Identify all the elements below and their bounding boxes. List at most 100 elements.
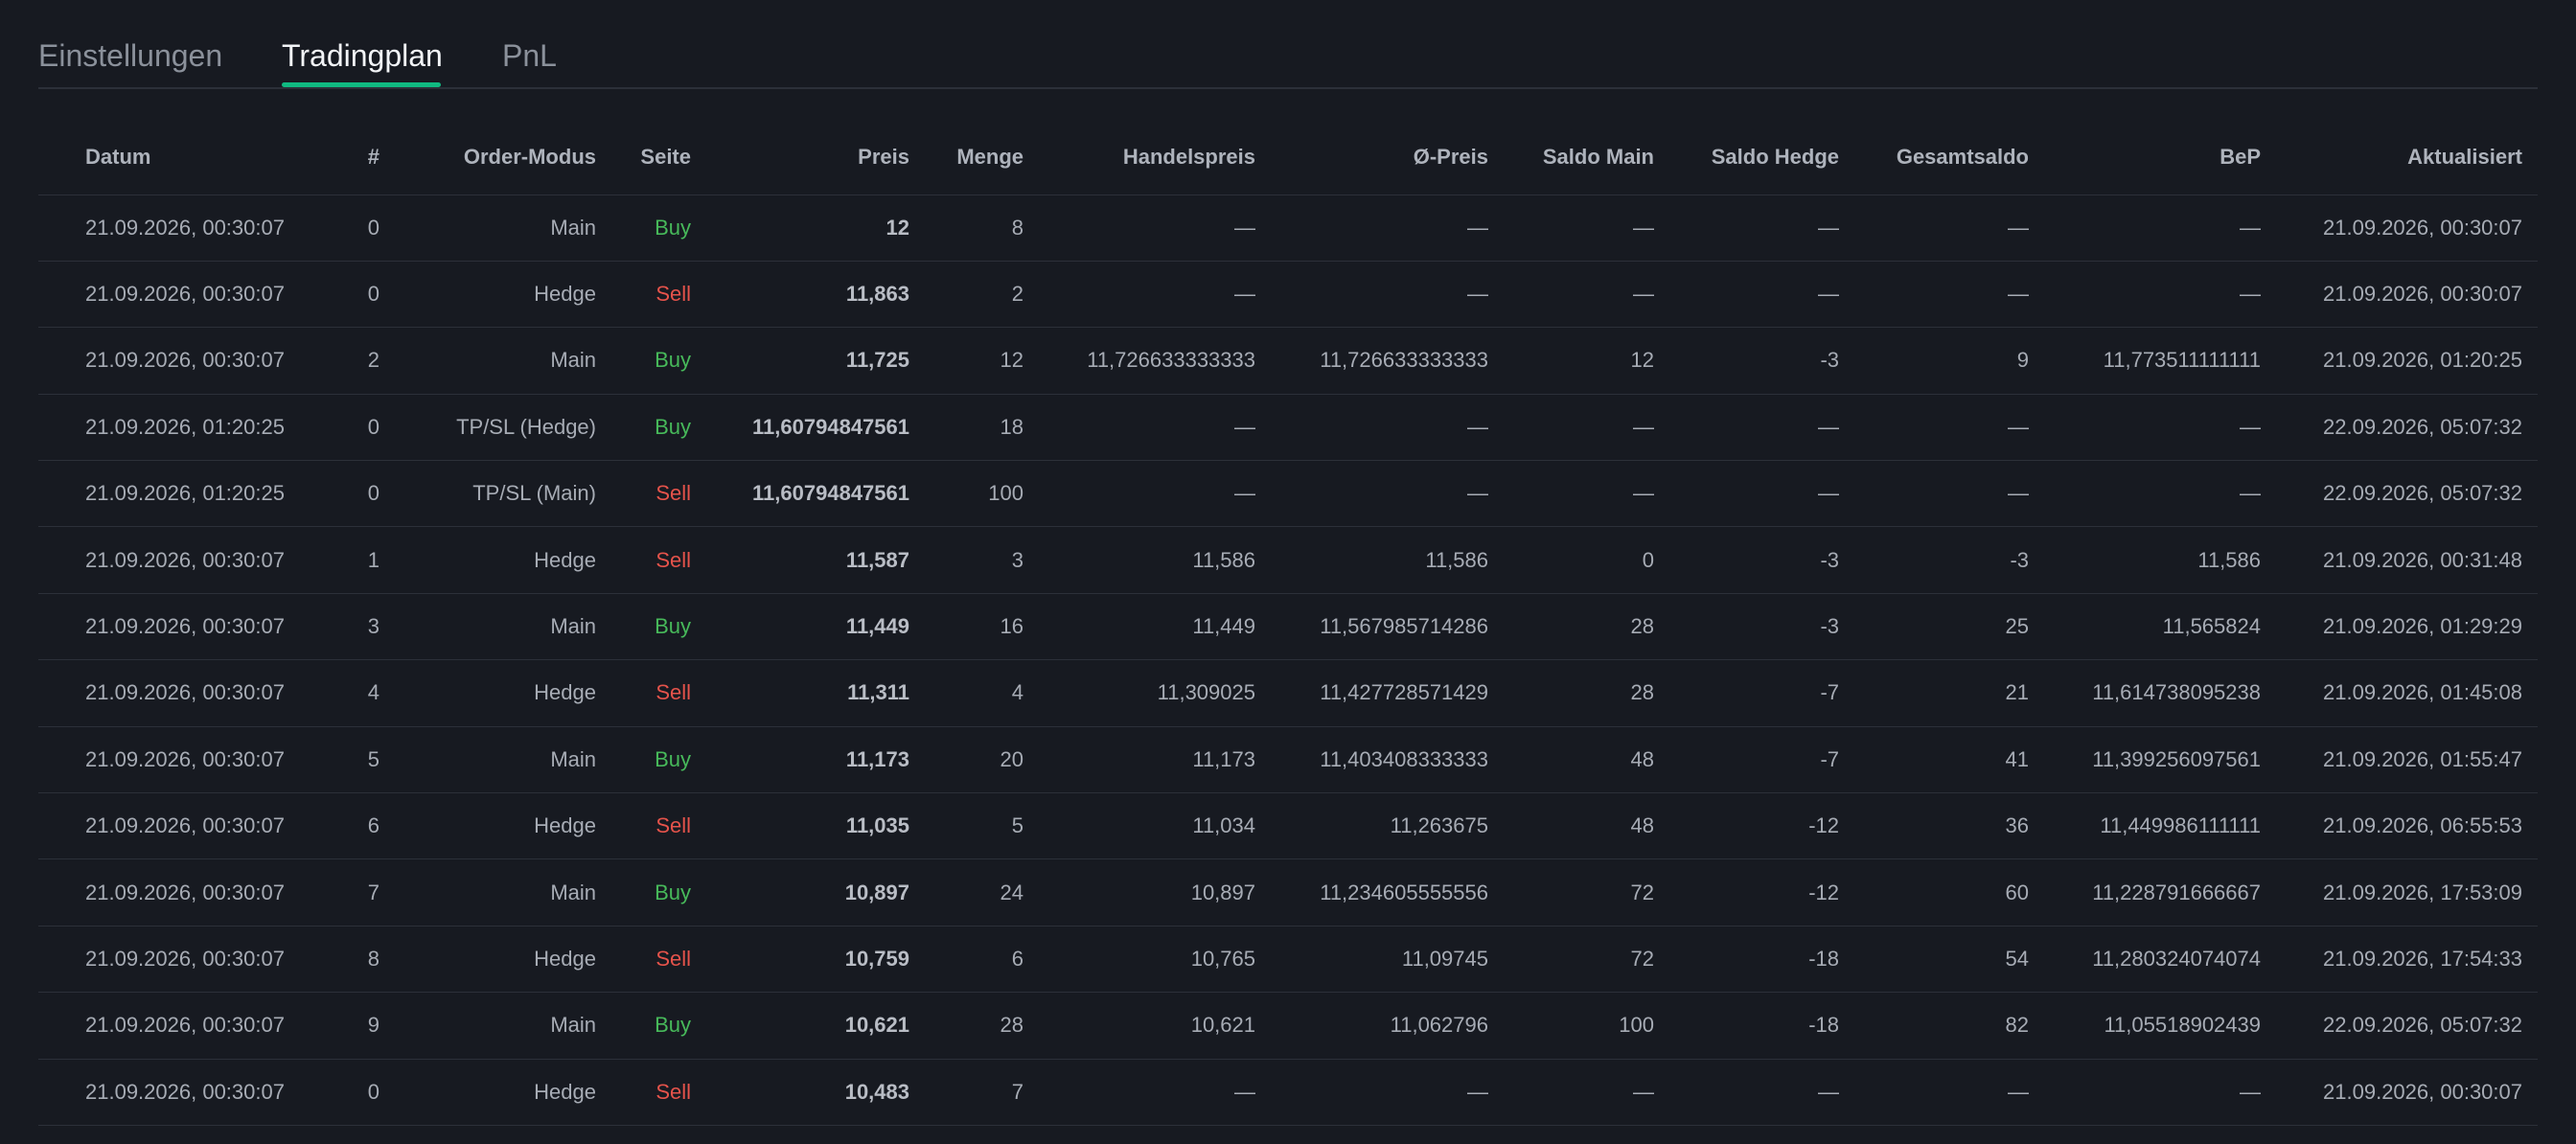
order-modus-cell: Main [380, 992, 596, 1060]
column-header-datum[interactable]: Datum [38, 127, 335, 195]
datum-cell: 21.09.2026, 01:20:25 [38, 394, 335, 462]
preis-cell: 10,897 [691, 858, 909, 927]
preis-cell: 11,60794847561 [691, 394, 909, 462]
table-row[interactable]: 21.09.2026, 00:30:07 6 Hedge Sell 11,035 5 11,… [38, 792, 2538, 860]
datum-cell: 21.09.2026, 00:30:07 [38, 261, 335, 329]
column-header-number[interactable]: # [335, 127, 380, 195]
seite-cell: Sell [596, 792, 691, 860]
column-header-saldo-main[interactable]: Saldo Main [1488, 127, 1654, 195]
saldo-hedge-cell: -12 [1654, 858, 1839, 927]
order-modus-cell: Main [380, 593, 596, 661]
menge-cell: 2 [909, 261, 1024, 329]
column-header-bep[interactable]: BeP [2029, 127, 2261, 195]
gesamtsaldo-cell: 60 [1839, 858, 2029, 927]
bep-cell: — [2029, 394, 2261, 462]
handelspreis-cell: — [1024, 1059, 1255, 1126]
number-cell: 0 [335, 194, 380, 262]
seite-cell: Buy [596, 394, 691, 462]
seite-cell: Sell [596, 926, 691, 994]
order-modus-cell: Main [380, 726, 596, 794]
handelspreis-cell: — [1024, 394, 1255, 462]
table-row[interactable]: 21.09.2026, 00:30:07 3 Main Buy 11,449 16 11,4… [38, 593, 2538, 661]
aktualisiert-cell: 21.09.2026, 00:31:48 [2261, 526, 2538, 594]
column-header-seite[interactable]: Seite [596, 127, 691, 195]
seite-cell: Buy [596, 858, 691, 927]
bep-cell: 11,449986111111 [2029, 792, 2261, 860]
table-row[interactable]: 21.09.2026, 01:20:25 0 TP/SL (Main) Sell 11,… [38, 460, 2538, 528]
avg-preis-cell: 11,263675 [1255, 792, 1488, 860]
handelspreis-cell: 11,034 [1024, 792, 1255, 860]
gesamtsaldo-cell: 82 [1839, 992, 2029, 1060]
table-row[interactable]: 21.09.2026, 00:30:07 1 Hedge Sell 11,587 3 11,… [38, 526, 2538, 594]
tab-pnl[interactable]: PnL [502, 34, 557, 77]
aktualisiert-cell: 22.09.2026, 05:07:32 [2261, 992, 2538, 1060]
saldo-hedge-cell: -7 [1654, 659, 1839, 727]
column-header-gesamtsaldo[interactable]: Gesamtsaldo [1839, 127, 2029, 195]
saldo-hedge-cell: — [1654, 261, 1839, 329]
handelspreis-cell: — [1024, 460, 1255, 528]
seite-cell: Sell [596, 460, 691, 528]
saldo-hedge-cell: -18 [1654, 992, 1839, 1060]
saldo-main-cell: — [1488, 394, 1654, 462]
menge-cell: 8 [909, 194, 1024, 262]
number-cell: 4 [335, 659, 380, 727]
number-cell: 0 [335, 460, 380, 528]
seite-cell: Buy [596, 992, 691, 1060]
saldo-hedge-cell: -3 [1654, 526, 1839, 594]
gesamtsaldo-cell: 36 [1839, 792, 2029, 860]
table-row[interactable]: 21.09.2026, 01:20:25 0 TP/SL (Hedge) Buy 11,… [38, 394, 2538, 462]
column-header-saldo-hedge[interactable]: Saldo Hedge [1654, 127, 1839, 195]
saldo-main-cell: 28 [1488, 659, 1654, 727]
seite-cell: Sell [596, 261, 691, 329]
aktualisiert-cell: 22.09.2026, 05:07:32 [2261, 460, 2538, 528]
seite-cell: Sell [596, 526, 691, 594]
table-row[interactable]: 21.09.2026, 00:30:07 2 Main Buy 11,725 12 11,7… [38, 327, 2538, 395]
tab-tradingplan[interactable]: Tradingplan [282, 34, 443, 77]
number-cell: 0 [335, 1059, 380, 1126]
seite-cell: Sell [596, 1059, 691, 1126]
table-row[interactable]: 21.09.2026, 00:30:07 8 Hedge Sell 10,759 6 10,… [38, 926, 2538, 994]
seite-cell: Buy [596, 327, 691, 395]
preis-cell: 11,311 [691, 659, 909, 727]
number-cell: 1 [335, 526, 380, 594]
column-header-menge[interactable]: Menge [909, 127, 1024, 195]
table-row[interactable]: 21.09.2026, 00:30:07 9 Main Buy 10,621 28 10,6… [38, 992, 2538, 1060]
order-modus-cell: Hedge [380, 1059, 596, 1126]
bep-cell: 11,05518902439 [2029, 992, 2261, 1060]
seite-cell: Buy [596, 593, 691, 661]
table-row[interactable]: 21.09.2026, 00:30:07 0 Main Buy 12 8— — — — — —21.… [38, 194, 2538, 262]
avg-preis-cell: — [1255, 394, 1488, 462]
preis-cell: 11,863 [691, 261, 909, 329]
column-header-aktualisiert[interactable]: Aktualisiert [2261, 127, 2538, 195]
saldo-hedge-cell: — [1654, 394, 1839, 462]
number-cell: 2 [335, 327, 380, 395]
preis-cell: 10,759 [691, 926, 909, 994]
column-header-handelspreis[interactable]: Handelspreis [1024, 127, 1255, 195]
gesamtsaldo-cell: — [1839, 1059, 2029, 1126]
bep-cell: 11,586 [2029, 526, 2261, 594]
table-row[interactable]: 21.09.2026, 00:30:07 0 Hedge Sell 10,483 7— — —… [38, 1059, 2538, 1126]
table-row[interactable]: 21.09.2026, 00:30:07 4 Hedge Sell 11,311 4 11,… [38, 659, 2538, 727]
order-modus-cell: TP/SL (Hedge) [380, 394, 596, 462]
active-tab-indicator [282, 82, 441, 87]
saldo-hedge-cell: — [1654, 460, 1839, 528]
column-header-preis[interactable]: Preis [691, 127, 909, 195]
bep-cell: — [2029, 194, 2261, 262]
table-row[interactable]: 21.09.2026, 00:30:07 5 Main Buy 11,173 20 11,1… [38, 726, 2538, 794]
table-row[interactable]: 21.09.2026, 00:30:07 7 Main Buy 10,897 24 10,8… [38, 858, 2538, 927]
saldo-main-cell: — [1488, 261, 1654, 329]
gesamtsaldo-cell: 25 [1839, 593, 2029, 661]
tab-einstellungen[interactable]: Einstellungen [38, 34, 222, 77]
saldo-main-cell: — [1488, 1059, 1654, 1126]
column-header-order-modus[interactable]: Order-Modus [380, 127, 596, 195]
saldo-hedge-cell: -7 [1654, 726, 1839, 794]
table-row[interactable]: 21.09.2026, 00:30:07 0 Hedge Sell 11,863 2— — —… [38, 261, 2538, 329]
preis-cell: 10,483 [691, 1059, 909, 1126]
order-modus-cell: Hedge [380, 261, 596, 329]
aktualisiert-cell: 21.09.2026, 17:54:33 [2261, 926, 2538, 994]
handelspreis-cell: 10,621 [1024, 992, 1255, 1060]
column-header-avg-preis[interactable]: Ø-Preis [1255, 127, 1488, 195]
saldo-hedge-cell: -12 [1654, 792, 1839, 860]
saldo-main-cell: 0 [1488, 526, 1654, 594]
avg-preis-cell: 11,427728571429 [1255, 659, 1488, 727]
